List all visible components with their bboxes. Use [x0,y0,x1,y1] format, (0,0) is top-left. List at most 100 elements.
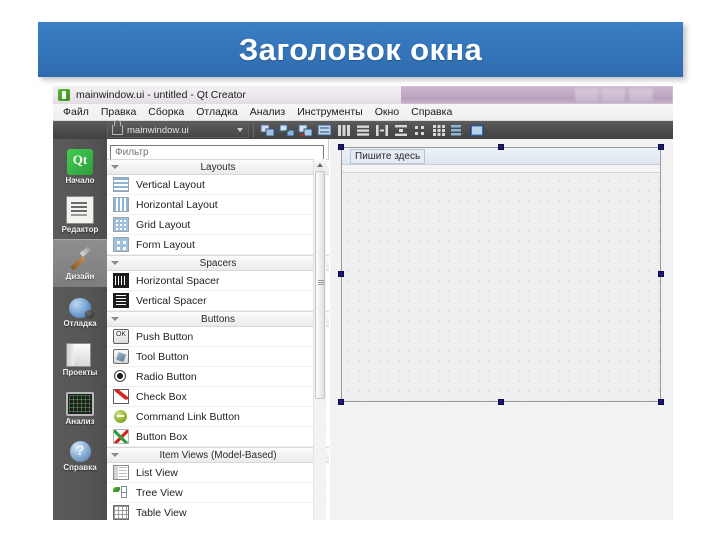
widget-group-buttons[interactable]: Buttons [107,311,329,327]
mode-button-analyze[interactable]: Анализ [53,383,107,431]
window-title-text: mainwindow.ui - untitled - Qt Creator [76,89,246,101]
widget-box-panel: Layouts Vertical Layout Horizontal Layou… [107,139,329,520]
mode-label-welcome: Начало [65,176,95,185]
radio-button-icon [113,369,129,384]
layout-horizontally-icon[interactable] [336,123,352,138]
push-button-icon [113,329,129,344]
widget-group-spacers[interactable]: Spacers [107,255,329,271]
open-file-name: mainwindow.ui [127,124,189,136]
grid-layout-icon [113,217,129,232]
collapse-triangle-icon [111,453,119,457]
break-layout-icon[interactable] [450,123,466,138]
toolbar-separator [253,123,254,137]
widget-item-vertical-layout[interactable]: Vertical Layout [107,175,329,195]
qt-welcome-icon [67,149,93,175]
resize-handle-top-right[interactable] [658,144,664,150]
widget-item-check-box[interactable]: Check Box [107,387,329,407]
widget-item-button-box[interactable]: Button Box [107,427,329,447]
menu-item-help[interactable]: Справка [405,105,458,119]
form-editor-area[interactable]: Пишите здесь [330,139,673,520]
designer-toolbar: mainwindow.ui [53,120,673,139]
menu-item-file[interactable]: Файл [57,105,95,119]
widget-list[interactable]: Layouts Vertical Layout Horizontal Layou… [107,159,329,520]
widget-item-horizontal-layout[interactable]: Horizontal Layout [107,195,329,215]
menu-item-edit[interactable]: Правка [95,105,142,119]
edit-buddies-icon[interactable] [260,123,276,138]
widget-item-table-view[interactable]: Table View [107,503,329,520]
close-button[interactable] [629,88,653,101]
widget-item-label: Horizontal Layout [136,198,218,211]
check-box-icon [113,389,129,404]
button-box-icon [113,429,129,444]
layout-in-grid-icon[interactable] [431,123,447,138]
minimize-button[interactable] [575,88,599,101]
resize-handle-bottom-left[interactable] [338,399,344,405]
mode-button-design[interactable]: Дизайн [53,239,107,287]
widget-item-command-link-button[interactable]: Command Link Button [107,407,329,427]
open-file-combo[interactable]: mainwindow.ui [107,120,249,138]
menu-item-tools[interactable]: Инструменты [291,105,368,119]
widget-item-label: Tree View [136,486,183,499]
menu-item-window[interactable]: Окно [369,105,405,119]
widget-box-scrollbar[interactable] [313,159,326,520]
layout-vertically-icon[interactable] [355,123,371,138]
resize-handle-top-left[interactable] [338,144,344,150]
analyze-chart-icon [66,391,94,416]
form-canvas-grid[interactable] [342,174,660,401]
mode-label-design: Дизайн [65,272,95,281]
widget-item-push-button[interactable]: Push Button [107,327,329,347]
widget-item-tree-view[interactable]: Tree View [107,483,329,503]
edit-tab-order-icon[interactable] [298,123,314,138]
mode-button-debug[interactable]: Отладка [53,287,107,335]
mode-button-edit[interactable]: Редактор [53,191,107,239]
scroll-up-arrow-icon[interactable] [314,159,326,170]
widget-item-horizontal-spacer[interactable]: Horizontal Spacer [107,271,329,291]
layout-vertical-splitter-icon[interactable] [393,123,409,138]
projects-folder-icon [66,343,91,367]
widget-item-label: Horizontal Spacer [136,274,220,287]
maximize-button[interactable] [601,88,625,101]
widget-group-title: Buttons [201,313,235,325]
editor-icon [66,196,94,224]
qt-creator-screenshot: mainwindow.ui - untitled - Qt Creator Фа… [53,86,673,520]
scrollbar-grip-icon [318,280,324,286]
resize-handle-bottom-right[interactable] [658,399,664,405]
widget-item-label: Check Box [136,390,187,403]
form-menu-placeholder[interactable]: Пишите здесь [350,148,426,164]
widget-item-tool-button[interactable]: Tool Button [107,347,329,367]
widget-item-label: Button Box [136,430,188,443]
resize-handle-middle-left[interactable] [338,271,344,277]
resize-handle-top-center[interactable] [498,144,504,150]
mode-button-welcome[interactable]: Начало [53,143,107,191]
mode-button-projects[interactable]: Проекты [53,335,107,383]
tree-view-icon [113,485,129,500]
menu-item-debug[interactable]: Отладка [190,105,244,119]
scrollbar-thumb[interactable] [315,171,325,399]
form-main-window[interactable]: Пишите здесь [341,147,661,402]
widget-group-item-views[interactable]: Item Views (Model-Based) [107,447,329,463]
edit-widgets-icon[interactable] [317,123,333,138]
widget-item-label: Radio Button [136,370,197,383]
adjust-size-icon[interactable] [469,123,485,138]
layout-horizontal-splitter-icon[interactable] [374,123,390,138]
widget-item-list-view[interactable]: List View [107,463,329,483]
help-question-icon [69,441,91,462]
resize-handle-middle-right[interactable] [658,271,664,277]
widget-filter-wrapper [110,142,324,160]
widget-filter-input[interactable] [110,145,324,160]
menu-item-analyze[interactable]: Анализ [244,105,291,119]
form-menu-bar[interactable]: Пишите здесь [342,148,660,165]
widget-item-vertical-spacer[interactable]: Vertical Spacer [107,291,329,311]
widget-group-layouts[interactable]: Layouts [107,159,329,175]
widget-item-grid-layout[interactable]: Grid Layout [107,215,329,235]
resize-handle-bottom-center[interactable] [498,399,504,405]
widget-item-form-layout[interactable]: Form Layout [107,235,329,255]
edit-signals-slots-icon[interactable] [279,123,295,138]
widget-group-title: Item Views (Model-Based) [159,449,277,461]
layout-in-form-icon[interactable] [412,123,428,138]
toolbar-left-gap [53,121,107,139]
qt-logo-icon [58,89,70,101]
widget-item-radio-button[interactable]: Radio Button [107,367,329,387]
menu-item-build[interactable]: Сборка [142,105,190,119]
mode-button-help[interactable]: Справка [53,431,107,479]
